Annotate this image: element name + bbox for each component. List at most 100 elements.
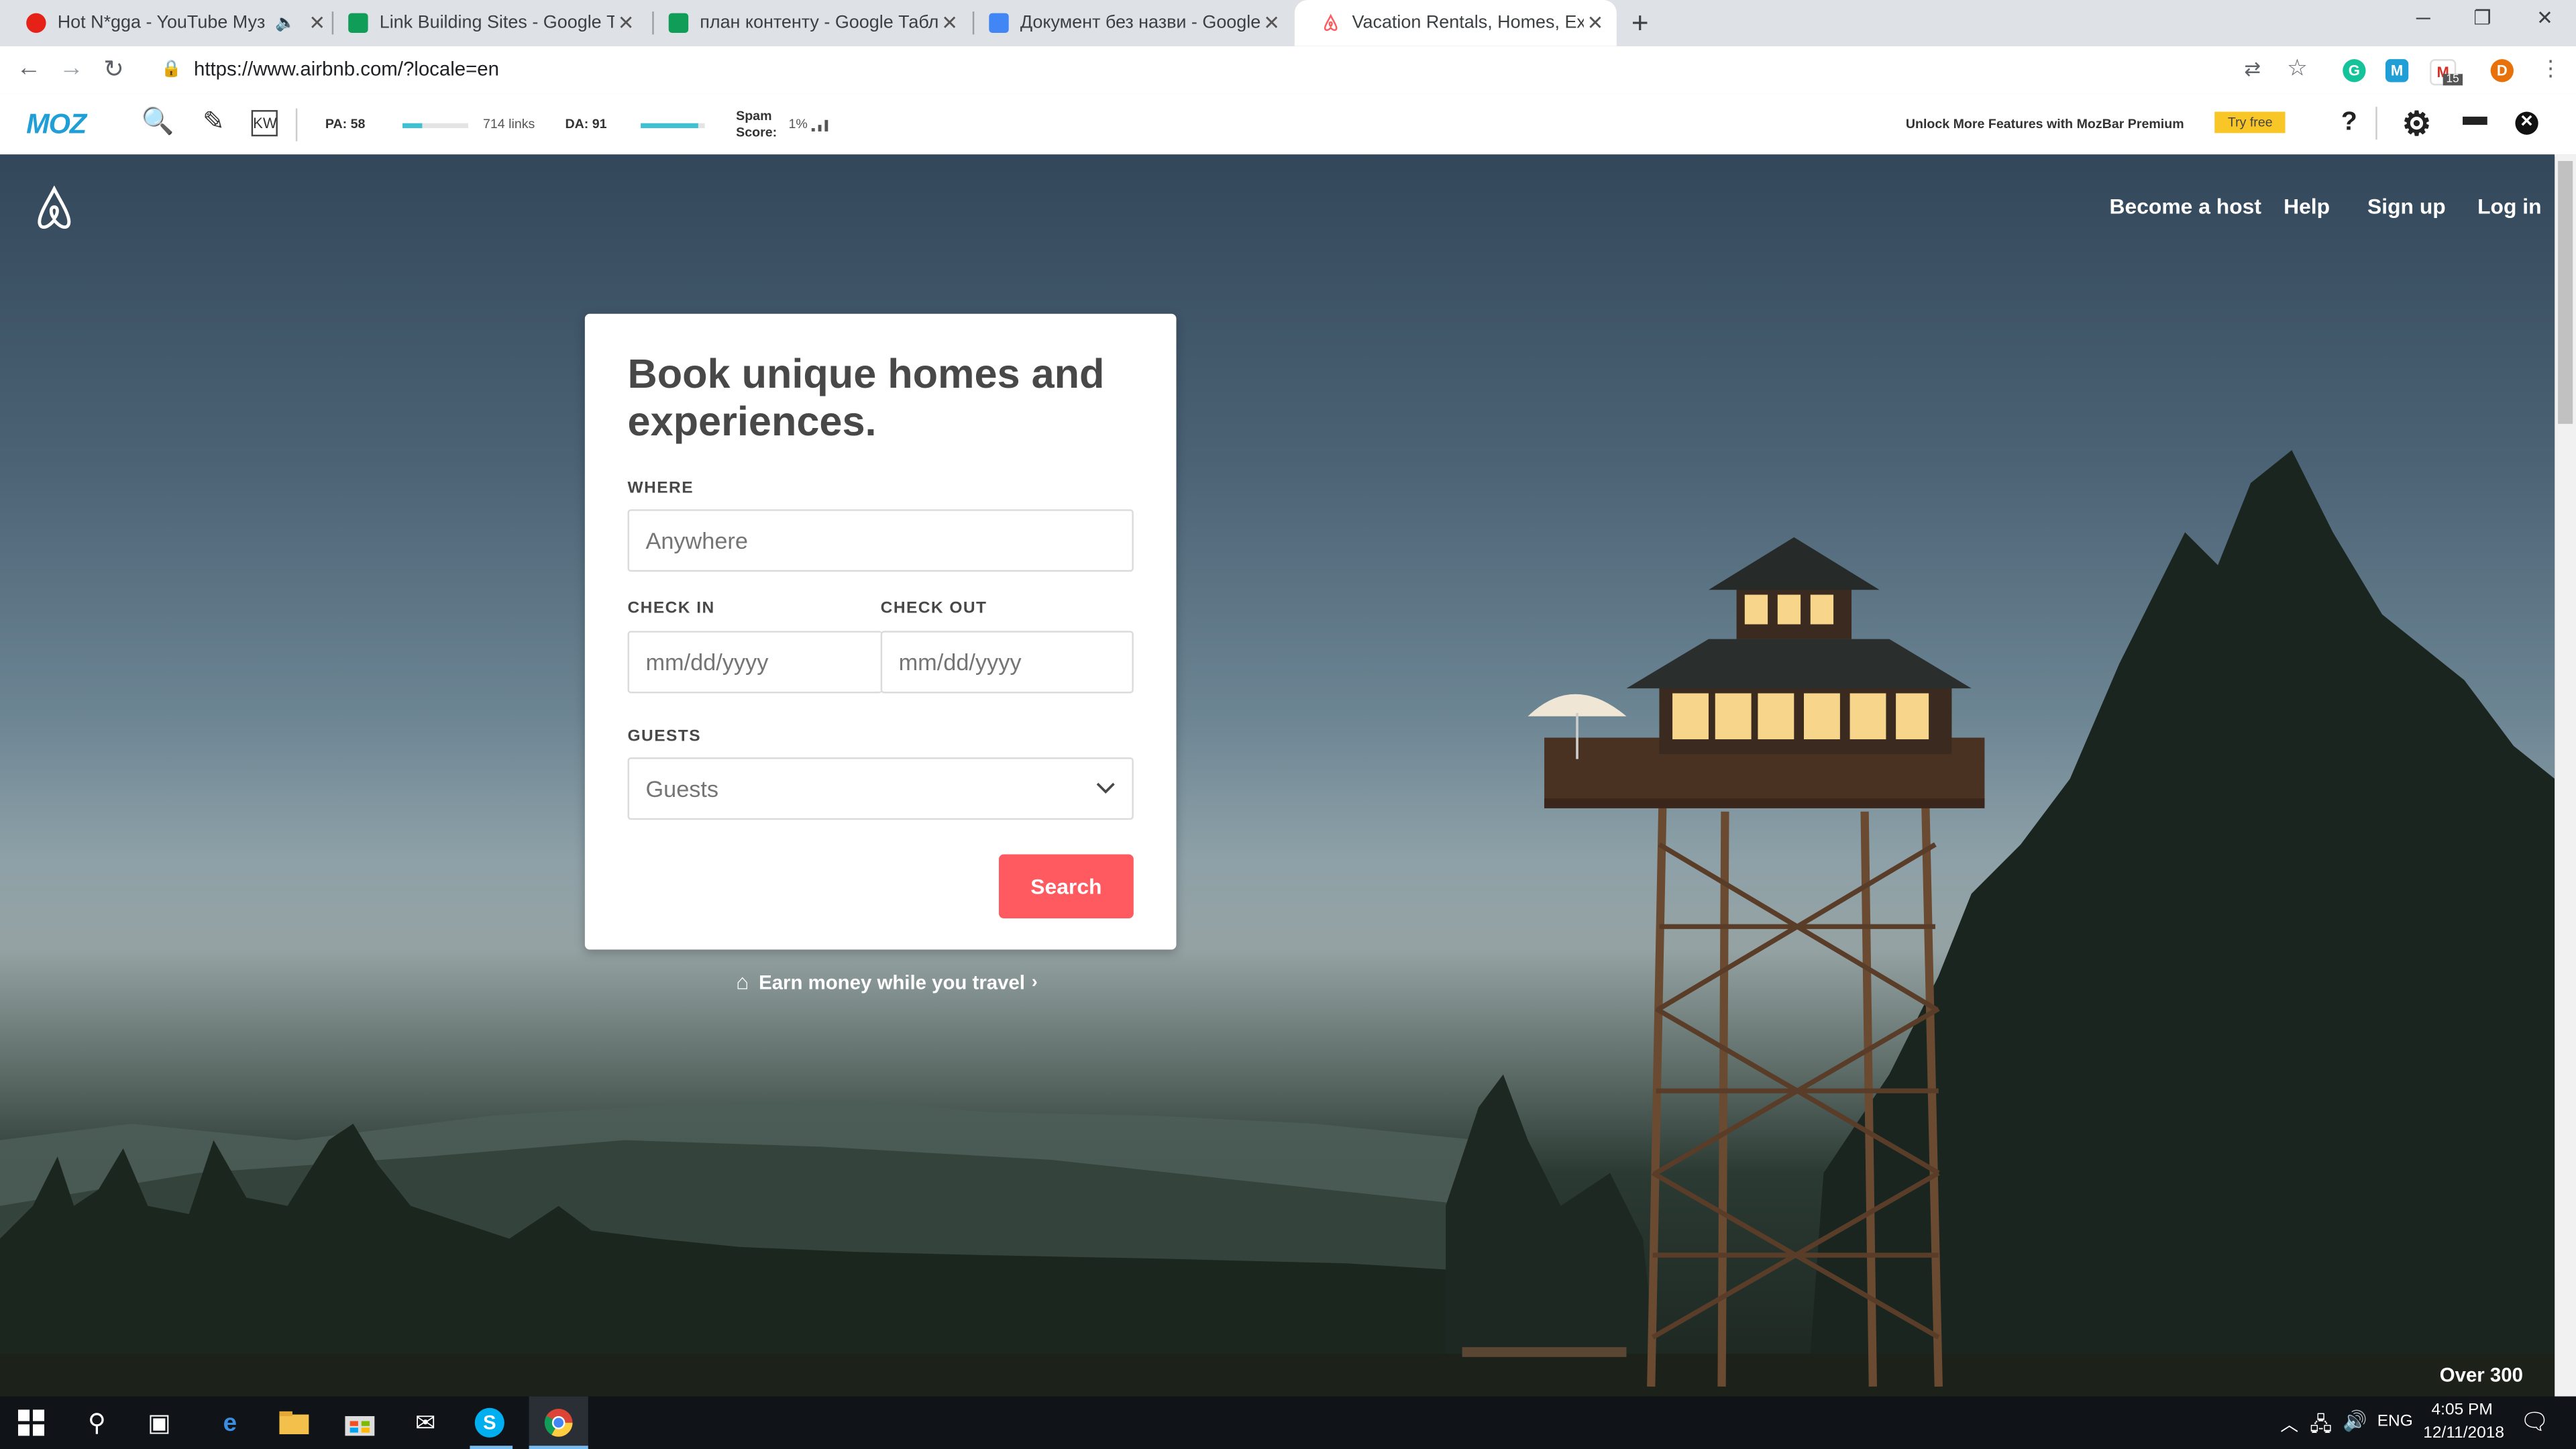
skype-running-indicator xyxy=(470,1446,513,1449)
close-mozbar-icon[interactable]: ✕ xyxy=(2515,111,2538,135)
grammarly-icon[interactable]: G xyxy=(2343,59,2366,83)
pa-bar xyxy=(402,123,468,129)
settings-gear-icon[interactable]: ⚙ xyxy=(2402,103,2431,144)
guests-value: Guests xyxy=(645,775,719,802)
airbnb-logo-icon[interactable] xyxy=(33,185,76,232)
translate-icon[interactable]: ⇄ xyxy=(2244,58,2261,80)
log-in-link[interactable]: Log in xyxy=(2477,194,2542,219)
moz-extension-icon[interactable]: M xyxy=(2385,59,2409,83)
tab-title: Hot N*gga - YouTube Музыка xyxy=(57,13,266,33)
pa-bar-fill xyxy=(402,123,423,129)
tab-link-building[interactable]: Link Building Sites - Google Табли ✕ xyxy=(322,0,644,46)
clock-time[interactable]: 4:05 PM xyxy=(2432,1401,2493,1419)
divider xyxy=(295,108,298,142)
highlight-pencil-icon[interactable]: ✎ xyxy=(197,107,230,140)
screen: Hot N*gga - YouTube Музыка 🔈 ✕ Link Buil… xyxy=(0,0,2576,1449)
close-icon[interactable]: ✕ xyxy=(938,11,961,34)
language-indicator[interactable]: ENG xyxy=(2377,1413,2413,1431)
sign-up-link[interactable]: Sign up xyxy=(2367,194,2446,219)
store-icon[interactable] xyxy=(343,1408,376,1438)
hero-background-image xyxy=(0,450,2555,1397)
try-free-button[interactable]: Try free xyxy=(2214,111,2286,133)
airbnb-icon xyxy=(1324,13,1338,32)
close-icon[interactable]: ✕ xyxy=(614,11,637,34)
spam-score-label: Spam xyxy=(736,108,772,123)
mail-icon[interactable]: ✉ xyxy=(409,1408,442,1438)
chevron-down-icon xyxy=(1096,782,1115,794)
close-window-button[interactable]: ✕ xyxy=(2520,7,2569,30)
close-icon[interactable]: ✕ xyxy=(1260,11,1283,34)
url-omnibox[interactable]: 🔒 https://www.airbnb.com/?locale=en xyxy=(148,51,2329,87)
clock-date[interactable]: 12/11/2018 xyxy=(2423,1424,2504,1442)
page-scrollbar[interactable] xyxy=(2555,154,2576,1397)
check-in-label: CHECK IN xyxy=(627,599,715,618)
search-icon[interactable]: ⚲ xyxy=(80,1408,113,1438)
speaker-icon[interactable]: 🔈 xyxy=(275,14,295,32)
close-icon[interactable]: ✕ xyxy=(1584,11,1607,34)
minimize-button[interactable]: ─ xyxy=(2399,7,2448,30)
help-link[interactable]: Help xyxy=(2284,194,2330,219)
tab-title: Link Building Sites - Google Табли xyxy=(379,13,614,33)
volume-icon[interactable]: 🔊 xyxy=(2343,1409,2367,1432)
where-label: WHERE xyxy=(627,480,694,498)
back-arrow-icon[interactable]: ← xyxy=(16,54,41,83)
tab-google-doc[interactable]: Документ без назви - Google Д ✕ xyxy=(963,0,1289,46)
tab-title: Vacation Rentals, Homes, Experie xyxy=(1352,13,1584,33)
tab-title: Документ без назви - Google Д xyxy=(1020,13,1260,33)
spam-score-value: 1% xyxy=(788,116,808,131)
where-input[interactable]: Anywhere xyxy=(627,509,1134,572)
google-docs-icon xyxy=(989,13,1009,33)
chrome-menu-icon[interactable]: ⋮ xyxy=(2540,56,2561,82)
help-icon[interactable]: ? xyxy=(2341,109,2357,138)
search-button[interactable]: Search xyxy=(998,854,1134,918)
da-bar-fill xyxy=(641,123,700,129)
scrollbar-thumb[interactable] xyxy=(2558,161,2573,424)
show-hidden-icons[interactable]: ︿ xyxy=(2280,1411,2298,1438)
keyword-icon[interactable]: KW xyxy=(251,110,278,137)
da-bar xyxy=(641,123,705,129)
card-heading: Book unique homes and experiences. xyxy=(627,352,1105,445)
youtube-music-icon xyxy=(26,13,46,33)
links-count[interactable]: 714 links xyxy=(483,117,535,131)
task-view-icon[interactable]: ▣ xyxy=(143,1408,176,1438)
collapse-bar-icon[interactable] xyxy=(2463,116,2487,125)
guests-select[interactable]: Guests xyxy=(627,757,1134,820)
bookmark-star-icon[interactable]: ☆ xyxy=(2287,54,2308,83)
restore-button[interactable]: ❐ xyxy=(2458,7,2507,30)
become-host-link[interactable]: Become a host xyxy=(2110,194,2261,219)
check-in-placeholder: mm/dd/yyyy xyxy=(645,649,769,676)
windows-taskbar: ⚲ ▣ e ✉ S ︿ 🖧 🔊 ENG 4:05 PM 12/11/2018 🗨 xyxy=(0,1396,2576,1449)
gmail-badge: 15 xyxy=(2443,74,2463,86)
tab-content-plan[interactable]: план контенту - Google Таблиці ✕ xyxy=(643,0,968,46)
edge-icon[interactable]: e xyxy=(213,1408,246,1438)
spam-score-label: Score: xyxy=(736,125,777,140)
new-tab-button[interactable]: + xyxy=(1631,7,1649,41)
tab-youtube-music[interactable]: Hot N*gga - YouTube Музыка 🔈 ✕ xyxy=(0,0,329,46)
chrome-icon[interactable] xyxy=(542,1408,575,1438)
skype-icon[interactable]: S xyxy=(474,1407,504,1438)
tab-airbnb[interactable]: Vacation Rentals, Homes, Experie ✕ xyxy=(1294,0,1617,46)
moz-logo[interactable]: MOZ xyxy=(26,109,87,142)
premium-promo-text[interactable]: Unlock More Features with MozBar Premium xyxy=(1906,117,2184,131)
profile-avatar[interactable]: D xyxy=(2490,59,2514,83)
guests-label: GUESTS xyxy=(627,727,702,746)
lock-icon: 🔒 xyxy=(161,60,182,78)
check-out-placeholder: mm/dd/yyyy xyxy=(898,649,1022,676)
forward-arrow-icon[interactable]: → xyxy=(59,54,84,83)
earn-money-link[interactable]: ⌂ Earn money while you travel › xyxy=(736,969,1038,994)
notifications-icon[interactable]: 🗨 xyxy=(2520,1408,2550,1436)
google-sheets-icon xyxy=(348,13,368,33)
google-sheets-icon xyxy=(668,13,689,33)
page-analysis-icon[interactable]: 🔍 xyxy=(142,107,174,140)
network-icon[interactable]: 🖧 xyxy=(2310,1409,2332,1444)
windows-start-icon[interactable] xyxy=(15,1408,48,1438)
check-out-input[interactable]: mm/dd/yyyy xyxy=(880,631,1134,694)
reload-icon[interactable]: ↻ xyxy=(103,54,124,84)
tab-title: план контенту - Google Таблиці xyxy=(700,13,938,33)
url-text: https://www.airbnb.com/?locale=en xyxy=(193,57,499,81)
file-explorer-icon[interactable] xyxy=(278,1408,311,1438)
check-in-input[interactable]: mm/dd/yyyy xyxy=(627,631,883,694)
over-300-text: Over 300 xyxy=(2439,1363,2523,1387)
house-icon: ⌂ xyxy=(736,969,749,994)
earn-money-text: Earn money while you travel xyxy=(759,970,1025,994)
